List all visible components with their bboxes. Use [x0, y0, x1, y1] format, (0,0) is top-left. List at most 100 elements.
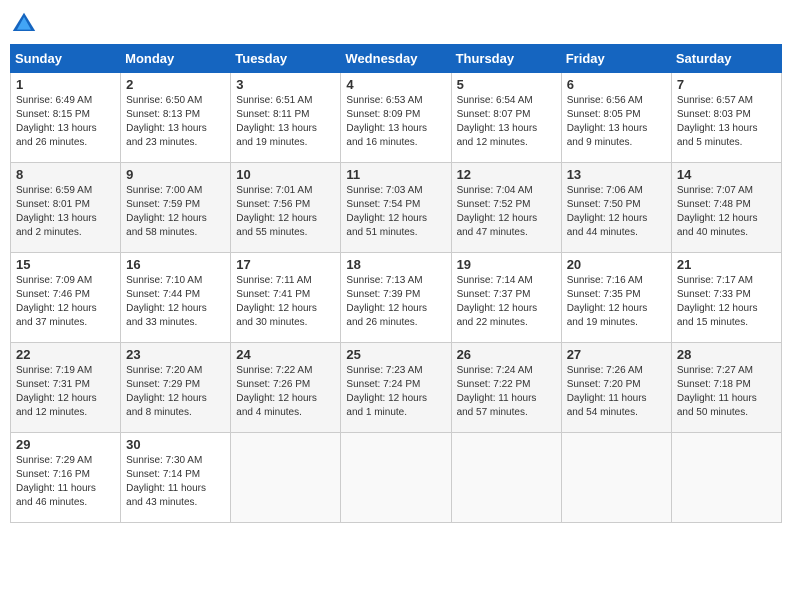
- day-number: 4: [346, 77, 445, 92]
- day-info: Sunrise: 7:19 AMSunset: 7:31 PMDaylight:…: [16, 364, 115, 420]
- logo-icon: [10, 10, 38, 38]
- calendar-cell: [451, 433, 561, 523]
- day-info: Sunrise: 7:22 AMSunset: 7:26 PMDaylight:…: [236, 364, 335, 420]
- day-number: 23: [126, 347, 225, 362]
- weekday-header: Thursday: [451, 45, 561, 73]
- calendar-cell: 20Sunrise: 7:16 AMSunset: 7:35 PMDayligh…: [561, 253, 671, 343]
- calendar-cell: 23 Sunrise: 7:20 AMSunset: 7:29 PMDayligh…: [121, 343, 231, 433]
- calendar-cell: 24 Sunrise: 7:22 AMSunset: 7:26 PMDayligh…: [231, 343, 341, 433]
- calendar-cell: 3 Sunrise: 6:51 AMSunset: 8:11 PMDaylight…: [231, 73, 341, 163]
- day-info: Sunrise: 6:53 AMSunset: 8:09 PMDaylight:…: [346, 94, 445, 150]
- day-number: 29: [16, 437, 115, 452]
- day-number: 15: [16, 257, 115, 272]
- calendar-cell: 22 Sunrise: 7:19 AMSunset: 7:31 PMDayligh…: [11, 343, 121, 433]
- day-number: 11: [346, 167, 445, 182]
- calendar-cell: [341, 433, 451, 523]
- day-info: Sunrise: 7:06 AMSunset: 7:50 PMDaylight:…: [567, 184, 666, 240]
- calendar-cell: 27 Sunrise: 7:26 AMSunset: 7:20 PMDayligh…: [561, 343, 671, 433]
- day-number: 19: [457, 257, 556, 272]
- day-info: Sunrise: 7:27 AMSunset: 7:18 PMDaylight:…: [677, 364, 776, 420]
- calendar-row: 29 Sunrise: 7:29 AMSunset: 7:16 PMDayligh…: [11, 433, 782, 523]
- day-number: 14: [677, 167, 776, 182]
- day-number: 8: [16, 167, 115, 182]
- page-header: [10, 10, 782, 38]
- calendar-cell: [231, 433, 341, 523]
- day-number: 24: [236, 347, 335, 362]
- calendar-cell: 26 Sunrise: 7:24 AMSunset: 7:22 PMDayligh…: [451, 343, 561, 433]
- calendar-row: 1 Sunrise: 6:49 AMSunset: 8:15 PMDaylight…: [11, 73, 782, 163]
- day-number: 9: [126, 167, 225, 182]
- day-info: Sunrise: 6:56 AMSunset: 8:05 PMDaylight:…: [567, 94, 666, 150]
- day-number: 28: [677, 347, 776, 362]
- day-number: 21: [677, 257, 776, 272]
- weekday-header: Saturday: [671, 45, 781, 73]
- day-number: 5: [457, 77, 556, 92]
- calendar-cell: 29 Sunrise: 7:29 AMSunset: 7:16 PMDayligh…: [11, 433, 121, 523]
- day-number: 2: [126, 77, 225, 92]
- weekday-header: Monday: [121, 45, 231, 73]
- weekday-header-row: SundayMondayTuesdayWednesdayThursdayFrid…: [11, 45, 782, 73]
- calendar-cell: 16 Sunrise: 7:10 AMSunset: 7:44 PMDayligh…: [121, 253, 231, 343]
- weekday-header: Wednesday: [341, 45, 451, 73]
- calendar-cell: 12Sunrise: 7:04 AMSunset: 7:52 PMDayligh…: [451, 163, 561, 253]
- calendar-cell: 5 Sunrise: 6:54 AMSunset: 8:07 PMDaylight…: [451, 73, 561, 163]
- calendar-cell: 28 Sunrise: 7:27 AMSunset: 7:18 PMDayligh…: [671, 343, 781, 433]
- day-number: 6: [567, 77, 666, 92]
- calendar-cell: 21 Sunrise: 7:17 AMSunset: 7:33 PMDayligh…: [671, 253, 781, 343]
- day-number: 13: [567, 167, 666, 182]
- calendar-cell: 18 Sunrise: 7:13 AMSunset: 7:39 PMDayligh…: [341, 253, 451, 343]
- calendar-cell: [561, 433, 671, 523]
- calendar-cell: 6 Sunrise: 6:56 AMSunset: 8:05 PMDaylight…: [561, 73, 671, 163]
- calendar-cell: 25Sunrise: 7:23 AMSunset: 7:24 PMDayligh…: [341, 343, 451, 433]
- day-info: Sunrise: 7:13 AMSunset: 7:39 PMDaylight:…: [346, 274, 445, 330]
- calendar-cell: 30Sunrise: 7:30 AMSunset: 7:14 PMDayligh…: [121, 433, 231, 523]
- day-info: Sunrise: 7:20 AMSunset: 7:29 PMDaylight:…: [126, 364, 225, 420]
- day-number: 22: [16, 347, 115, 362]
- calendar-row: 22 Sunrise: 7:19 AMSunset: 7:31 PMDayligh…: [11, 343, 782, 433]
- day-info: Sunrise: 7:10 AMSunset: 7:44 PMDaylight:…: [126, 274, 225, 330]
- calendar-cell: 8Sunrise: 6:59 AMSunset: 8:01 PMDaylight…: [11, 163, 121, 253]
- day-number: 7: [677, 77, 776, 92]
- day-info: Sunrise: 6:49 AMSunset: 8:15 PMDaylight:…: [16, 94, 115, 150]
- weekday-header: Tuesday: [231, 45, 341, 73]
- day-info: Sunrise: 7:11 AMSunset: 7:41 PMDaylight:…: [236, 274, 335, 330]
- calendar-row: 8Sunrise: 6:59 AMSunset: 8:01 PMDaylight…: [11, 163, 782, 253]
- day-number: 3: [236, 77, 335, 92]
- day-info: Sunrise: 6:54 AMSunset: 8:07 PMDaylight:…: [457, 94, 556, 150]
- day-info: Sunrise: 7:01 AMSunset: 7:56 PMDaylight:…: [236, 184, 335, 240]
- day-info: Sunrise: 7:03 AMSunset: 7:54 PMDaylight:…: [346, 184, 445, 240]
- calendar-cell: 9Sunrise: 7:00 AMSunset: 7:59 PMDaylight…: [121, 163, 231, 253]
- day-number: 20: [567, 257, 666, 272]
- day-number: 27: [567, 347, 666, 362]
- day-info: Sunrise: 7:29 AMSunset: 7:16 PMDaylight:…: [16, 454, 115, 510]
- day-info: Sunrise: 7:26 AMSunset: 7:20 PMDaylight:…: [567, 364, 666, 420]
- day-info: Sunrise: 6:50 AMSunset: 8:13 PMDaylight:…: [126, 94, 225, 150]
- weekday-header: Sunday: [11, 45, 121, 73]
- day-number: 17: [236, 257, 335, 272]
- calendar-cell: 10 Sunrise: 7:01 AMSunset: 7:56 PMDayligh…: [231, 163, 341, 253]
- calendar-cell: 15 Sunrise: 7:09 AMSunset: 7:46 PMDayligh…: [11, 253, 121, 343]
- day-info: Sunrise: 7:17 AMSunset: 7:33 PMDaylight:…: [677, 274, 776, 330]
- calendar-cell: 1 Sunrise: 6:49 AMSunset: 8:15 PMDaylight…: [11, 73, 121, 163]
- calendar-cell: 7 Sunrise: 6:57 AMSunset: 8:03 PMDaylight…: [671, 73, 781, 163]
- day-number: 10: [236, 167, 335, 182]
- calendar-cell: 13 Sunrise: 7:06 AMSunset: 7:50 PMDayligh…: [561, 163, 671, 253]
- calendar-cell: 4 Sunrise: 6:53 AMSunset: 8:09 PMDaylight…: [341, 73, 451, 163]
- logo: [10, 10, 42, 38]
- day-number: 1: [16, 77, 115, 92]
- day-number: 16: [126, 257, 225, 272]
- day-info: Sunrise: 7:09 AMSunset: 7:46 PMDaylight:…: [16, 274, 115, 330]
- calendar-table: SundayMondayTuesdayWednesdayThursdayFrid…: [10, 44, 782, 523]
- day-info: Sunrise: 6:51 AMSunset: 8:11 PMDaylight:…: [236, 94, 335, 150]
- day-info: Sunrise: 7:14 AMSunset: 7:37 PMDaylight:…: [457, 274, 556, 330]
- calendar-cell: 17 Sunrise: 7:11 AMSunset: 7:41 PMDayligh…: [231, 253, 341, 343]
- calendar-cell: 14 Sunrise: 7:07 AMSunset: 7:48 PMDayligh…: [671, 163, 781, 253]
- day-number: 18: [346, 257, 445, 272]
- day-info: Sunrise: 7:23 AMSunset: 7:24 PMDaylight:…: [346, 364, 445, 420]
- day-info: Sunrise: 7:07 AMSunset: 7:48 PMDaylight:…: [677, 184, 776, 240]
- day-info: Sunrise: 7:24 AMSunset: 7:22 PMDaylight:…: [457, 364, 556, 420]
- calendar-cell: 11 Sunrise: 7:03 AMSunset: 7:54 PMDayligh…: [341, 163, 451, 253]
- day-info: Sunrise: 6:57 AMSunset: 8:03 PMDaylight:…: [677, 94, 776, 150]
- day-number: 26: [457, 347, 556, 362]
- day-info: Sunrise: 7:30 AMSunset: 7:14 PMDaylight:…: [126, 454, 225, 510]
